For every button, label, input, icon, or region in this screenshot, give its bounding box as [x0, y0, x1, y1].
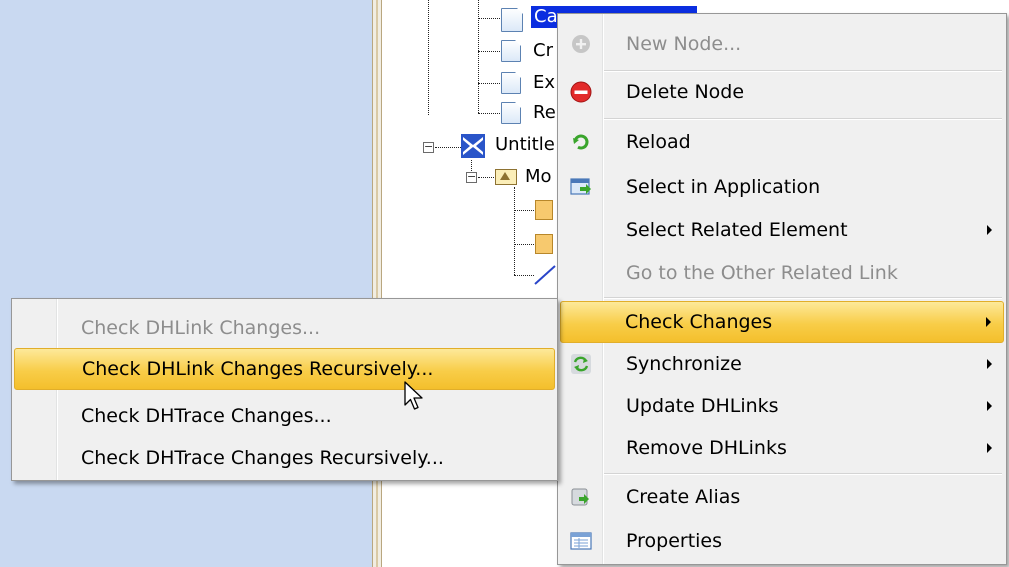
collapse-toggle[interactable]: − [423, 141, 434, 153]
tree-connector [478, 177, 494, 178]
reload-icon [573, 134, 589, 150]
submenu-arrow-icon [987, 359, 992, 369]
tree-node-label[interactable]: Untitle [495, 134, 558, 156]
menu-item-go-to-other-related-link[interactable]: Go to the Other Related Link [560, 252, 1004, 294]
mouse-cursor-icon [404, 381, 423, 410]
element-icon [535, 200, 553, 220]
tree-connector [478, 18, 500, 19]
tree-connector [478, 0, 479, 113]
tree-connector [514, 275, 534, 276]
menu-item-check-changes[interactable]: Check Changes [560, 301, 1004, 343]
tree-connector [435, 147, 461, 148]
delete-icon [570, 81, 592, 103]
select-in-application-icon [570, 178, 591, 195]
menu-item-label: Synchronize [626, 353, 742, 375]
menu-item-label: Delete Node [626, 81, 745, 103]
menu-item-properties[interactable]: Properties [560, 520, 1004, 562]
menu-item-label: Check DHTrace Changes... [81, 405, 332, 427]
menu-separator [604, 473, 1002, 475]
menu-item-new-node[interactable]: New Node... [560, 23, 1004, 65]
document-icon [501, 40, 521, 62]
menu-item-select-related-element[interactable]: Select Related Element [560, 209, 1004, 251]
menu-item-remove-dhlinks[interactable]: Remove DHLinks [560, 427, 1004, 469]
package-icon [495, 169, 517, 185]
document-icon [501, 72, 521, 94]
menu-item-label: Create Alias [626, 486, 741, 508]
menu-item-label: Reload [626, 131, 691, 153]
menu-item-label: New Node... [626, 33, 742, 55]
tree-connector [514, 210, 534, 211]
menu-item-update-dhlinks[interactable]: Update DHLinks [560, 385, 1004, 427]
diagram-icon [501, 8, 523, 32]
element-icon [535, 234, 553, 254]
left-pane [0, 0, 372, 567]
tree-connector [478, 113, 500, 114]
submenu-item-check-dhtrace-changes[interactable]: Check DHTrace Changes... [14, 395, 555, 437]
properties-icon [570, 532, 592, 550]
menu-item-label: Select in Application [626, 176, 821, 198]
menu-item-label: Check DHLink Changes Recursively... [82, 358, 434, 380]
tree-connector [514, 244, 534, 245]
menu-item-label: Go to the Other Related Link [626, 262, 898, 284]
menu-item-reload[interactable]: Reload [560, 121, 1004, 163]
menu-item-synchronize[interactable]: Synchronize [560, 343, 1004, 385]
create-alias-icon [571, 488, 589, 506]
tree-node-label[interactable]: Mo [525, 166, 560, 188]
menu-item-label: Update DHLinks [626, 395, 779, 417]
menu-item-label: Check DHLink Changes... [81, 317, 321, 339]
menu-item-label: Check DHTrace Changes Recursively... [81, 447, 444, 469]
submenu-arrow-icon [986, 317, 991, 327]
synchronize-icon [571, 354, 591, 374]
menu-item-label: Select Related Element [626, 219, 848, 241]
tree-connector [478, 51, 500, 52]
menu-item-create-alias[interactable]: Create Alias [560, 476, 1004, 518]
submenu-item-check-dhlink-changes-recursively[interactable]: Check DHLink Changes Recursively... [14, 348, 555, 390]
splitter[interactable] [372, 0, 382, 567]
submenu-arrow-icon [987, 225, 992, 235]
tree-connector [514, 187, 515, 275]
tree-connector [478, 83, 500, 84]
model-icon [461, 134, 485, 158]
context-menu: New Node... Delete Node Reload Select in… [557, 13, 1007, 565]
add-icon [572, 35, 590, 53]
menu-item-select-in-application[interactable]: Select in Application [560, 166, 1004, 208]
menu-item-label: Check Changes [625, 311, 773, 333]
submenu-item-check-dhlink-changes[interactable]: Check DHLink Changes... [14, 307, 555, 349]
document-icon [501, 102, 521, 124]
submenu-arrow-icon [987, 443, 992, 453]
menu-item-label: Remove DHLinks [626, 437, 787, 459]
submenu-arrow-icon [987, 401, 992, 411]
collapse-toggle[interactable]: − [466, 171, 477, 183]
menu-separator [604, 297, 1002, 299]
tree-connector [428, 0, 429, 115]
menu-separator [604, 118, 1002, 120]
menu-item-label: Properties [626, 530, 723, 552]
check-changes-submenu: Check DHLink Changes... Check DHLink Cha… [11, 298, 558, 481]
submenu-item-check-dhtrace-changes-recursively[interactable]: Check DHTrace Changes Recursively... [14, 437, 555, 479]
menu-item-delete-node[interactable]: Delete Node [560, 71, 1004, 113]
relation-icon [534, 265, 556, 285]
